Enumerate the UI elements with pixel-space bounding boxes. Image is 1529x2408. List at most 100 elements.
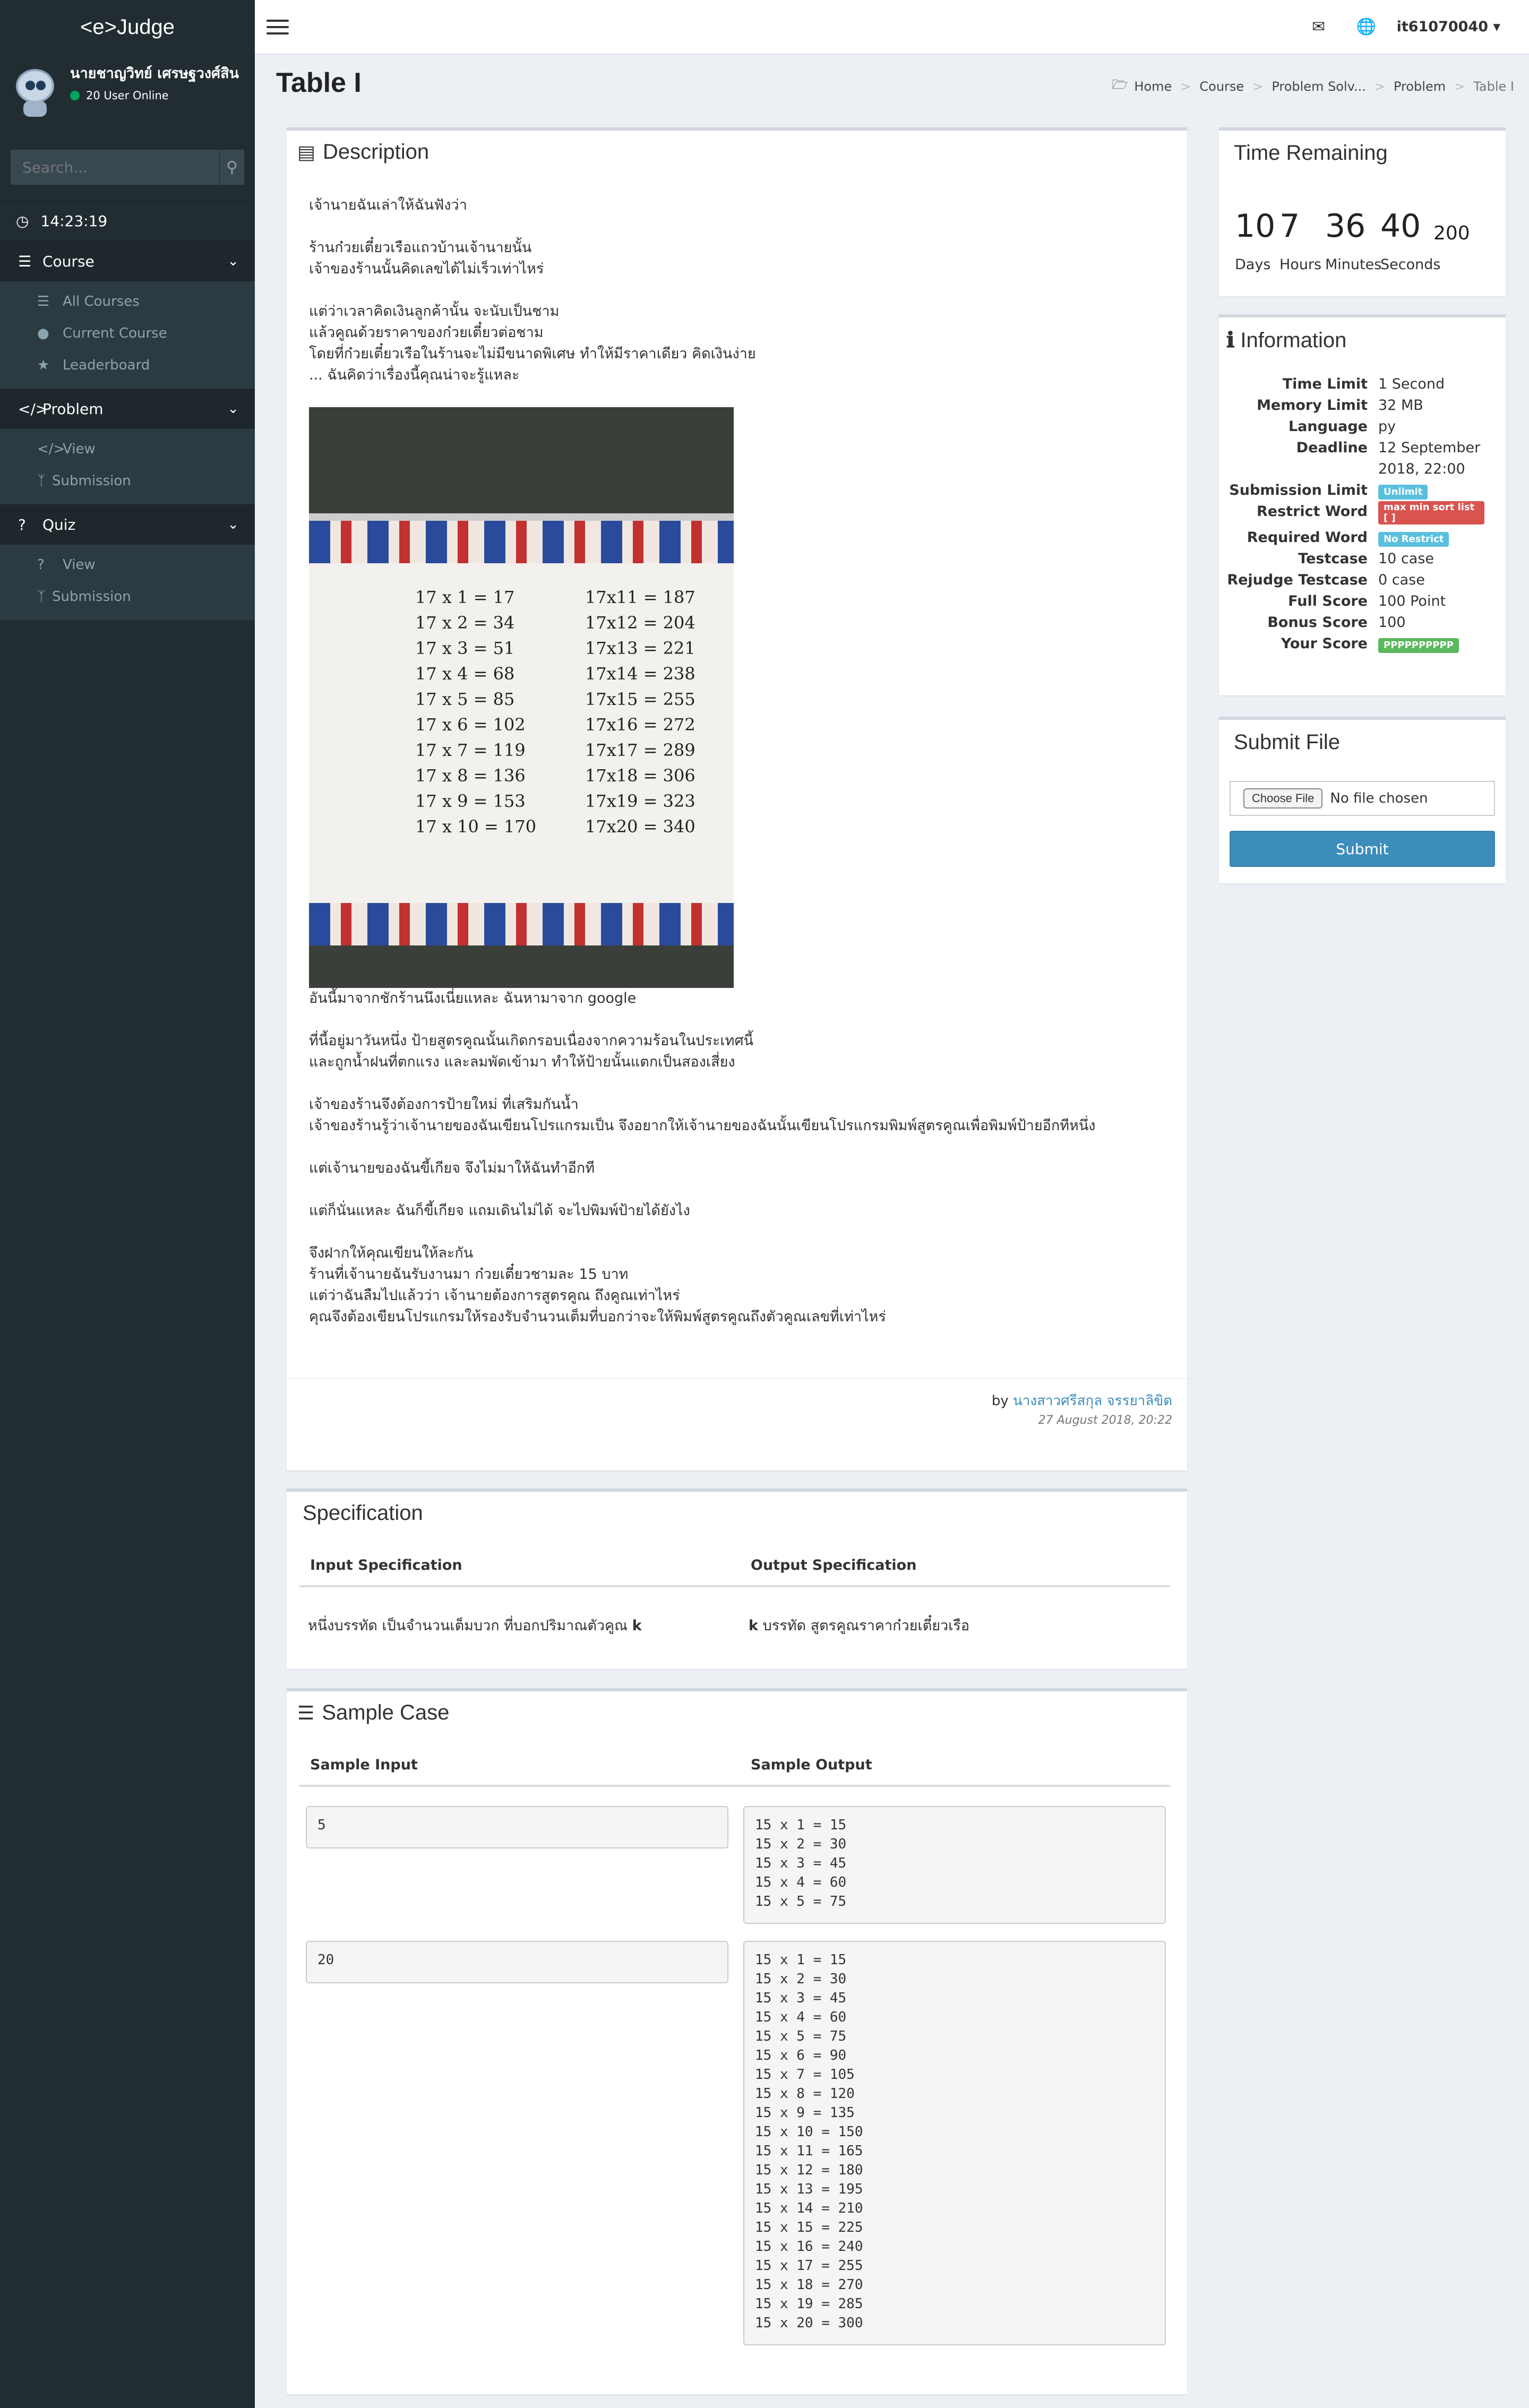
- menu-quiz[interactable]: ? Quiz ⌄: [0, 504, 255, 545]
- input-spec-text: หนึ่งบรรทัด เป็นจำนวนเต็มบวก ที่บอกปริมา…: [308, 1618, 628, 1634]
- info-value: 12 September 2018, 22:00: [1378, 440, 1481, 477]
- main-content: Table I 🗁 Home > Course > Problem Solv... >…: [255, 54, 1529, 2408]
- breadcrumb-home[interactable]: Home: [1134, 79, 1172, 94]
- sample-case-box: ☰ Sample Case Sample Input Sample Output…: [287, 1688, 1187, 2394]
- breadcrumb-course[interactable]: Course: [1199, 79, 1244, 94]
- envelope-icon[interactable]: ✉: [1295, 18, 1343, 36]
- sample-case-2: 20 15 x 1 = 15 15 x 2 = 30 15 x 3 = 45 1…: [306, 1941, 1166, 2345]
- search-button[interactable]: ⚲: [219, 150, 244, 185]
- countdown-days-value: 10: [1235, 208, 1276, 245]
- clock-time: 14:23:19: [40, 212, 108, 230]
- countdown-seconds: 40 Seconds: [1380, 208, 1440, 273]
- banner-row: 17 x 4 = 68: [415, 664, 515, 684]
- sample-input-1[interactable]: 5: [306, 1806, 728, 1848]
- file-input[interactable]: Choose File No file chosen: [1230, 781, 1495, 816]
- paragraph: เจ้านายฉันเล่าให้ฉันฟังว่า: [309, 197, 467, 213]
- avatar: [15, 66, 54, 117]
- banner-row: 17 x 5 = 85: [415, 689, 515, 709]
- top-navbar: ✉ 🌐 it61070040 ▾: [255, 0, 1529, 54]
- menu-course[interactable]: ☰ Course ⌄: [0, 241, 255, 281]
- search-input[interactable]: [11, 150, 219, 185]
- user-menu[interactable]: it61070040 ▾: [1397, 19, 1500, 35]
- input-spec-cell: หนึ่งบรรทัด เป็นจำนวนเต็มบวก ที่บอกปริมา…: [299, 1586, 740, 1653]
- info-row: Submission Limit Unlimit: [1219, 480, 1497, 501]
- author-link[interactable]: นางสาวศรีสกุล จรรยาลิขิต: [1013, 1393, 1172, 1409]
- banner-row: 17 x 1 = 17: [415, 587, 515, 607]
- sample-output-2[interactable]: 15 x 1 = 15 15 x 2 = 30 15 x 3 = 45 15 x…: [743, 1941, 1166, 2345]
- author-line: by นางสาวศรีสกุล จรรยาลิขิต: [287, 1390, 1187, 1412]
- sidebar-item-quiz-view[interactable]: ? View: [0, 549, 255, 581]
- description-title: ▤ Description: [287, 131, 1187, 174]
- banner-row: 17 x 9 = 153: [415, 791, 526, 811]
- sidebar-clock: ◷ 14:23:19: [0, 201, 255, 241]
- info-value: max min sort list [ ]: [1378, 501, 1497, 527]
- sidebar-item-current-course[interactable]: ● Current Course: [0, 317, 255, 349]
- online-count: 20 User Online: [86, 89, 169, 102]
- sidebar: <e>Judge นายชาญวิทย์ เศรษฐวงศ์สิน 20 Use…: [0, 0, 255, 2408]
- countdown-ms-value: 200: [1433, 222, 1470, 244]
- description-box: ▤ Description เจ้านายฉันเล่าให้ฉันฟังว่า…: [287, 127, 1187, 1470]
- info-row: Memory Limit 32 MB: [1219, 395, 1497, 416]
- submit-button[interactable]: Submit: [1230, 831, 1495, 867]
- sidebar-toggle-icon[interactable]: [267, 15, 289, 39]
- breadcrumb-problem[interactable]: Problem: [1394, 79, 1446, 94]
- globe-icon[interactable]: 🌐: [1343, 18, 1390, 36]
- sidebar-item-label: Current Course: [63, 325, 167, 341]
- info-row: Your Score PPPPPPPPPP: [1219, 633, 1497, 655]
- submit-file-title: Submit File: [1234, 730, 1341, 754]
- sidebar-item-label: Submission: [52, 473, 131, 489]
- banner-right-column: 17x11 = 187 17x12 = 204 17x13 = 221 17x1…: [585, 584, 695, 839]
- sidebar-item-all-courses[interactable]: ☰ All Courses: [0, 286, 255, 317]
- search-icon: ⚲: [226, 158, 238, 177]
- info-value: Unlimit: [1378, 480, 1497, 501]
- sample-input-2[interactable]: 20: [306, 1941, 728, 1983]
- breadcrumb: 🗁 Home > Course > Problem Solv... > Problem…: [1112, 75, 1514, 97]
- navbar-right: ✉ 🌐 it61070040 ▾: [1295, 18, 1500, 36]
- sample-output-1[interactable]: 15 x 1 = 15 15 x 2 = 30 15 x 3 = 45 15 x…: [743, 1806, 1166, 1924]
- sidebar-item-label: View: [63, 557, 96, 573]
- breadcrumb-problem-solving[interactable]: Problem Solv...: [1272, 79, 1366, 94]
- info-key: Submission Limit: [1229, 482, 1368, 498]
- status-badge: No Restrict: [1378, 532, 1449, 547]
- info-row: Language py: [1219, 416, 1497, 437]
- information-title: ℹ Information: [1219, 317, 1506, 363]
- banner-row: 17x11 = 187: [585, 587, 695, 607]
- banner-row: 17 x 2 = 34: [415, 613, 515, 633]
- menu-problem-label: Problem: [42, 400, 104, 418]
- chevron-down-icon: ⌄: [227, 517, 239, 532]
- information-list: Time Limit 1 Second Memory Limit 32 MB Lan…: [1219, 363, 1506, 655]
- caret-down-icon: ▾: [1493, 19, 1500, 35]
- sidebar-item-problem-view[interactable]: </> View: [0, 433, 255, 465]
- sidebar-item-quiz-submission[interactable]: ᛉ Submission: [0, 581, 255, 613]
- specification-title-text: Specification: [303, 1501, 423, 1525]
- banner-row: 17x14 = 238: [585, 664, 695, 684]
- banner-row: 17x13 = 221: [585, 638, 695, 658]
- menu-quiz-label: Quiz: [42, 515, 76, 534]
- image-caption: อันนี้มาจากชักร้านนึงเนี่ยแหละ ฉันหามาจา…: [309, 990, 637, 1007]
- info-key: Full Score: [1288, 593, 1368, 609]
- output-spec-header: Output Specification: [740, 1545, 1170, 1587]
- menu-problem[interactable]: </> Problem ⌄: [0, 389, 255, 429]
- status-badge: Unlimit: [1378, 485, 1428, 500]
- output-spec-var: k: [749, 1618, 758, 1634]
- info-value: 1 Second: [1378, 376, 1445, 392]
- choose-file-button[interactable]: Choose File: [1243, 788, 1323, 809]
- user-panel: นายชาญวิทย์ เศรษฐวงศ์สิน 20 User Online: [0, 54, 255, 134]
- info-row: Rejudge Testcase 0 case: [1219, 570, 1497, 591]
- user-name: นายชาญวิทย์ เศรษฐวงศ์สิน: [70, 65, 239, 82]
- folder-icon: 🗁: [1112, 77, 1128, 92]
- banner-row: 17 x 6 = 102: [415, 715, 526, 735]
- info-row: Restrict Word max min sort list [ ]: [1219, 501, 1497, 527]
- sample-case-title-text: Sample Case: [322, 1701, 450, 1724]
- info-row: Time Limit 1 Second: [1219, 374, 1497, 395]
- sidebar-item-problem-submission[interactable]: ᛉ Submission: [0, 465, 255, 497]
- info-key: Required Word: [1247, 529, 1368, 546]
- info-row: Testcase 10 case: [1219, 548, 1497, 570]
- countdown-hours-label: Hours: [1279, 256, 1322, 273]
- info-key: Restrict Word: [1257, 503, 1368, 520]
- info-row: Full Score 100 Point: [1219, 591, 1497, 612]
- sidebar-item-leaderboard[interactable]: ★ Leaderboard: [0, 349, 255, 381]
- status-badge: max min sort list [ ]: [1378, 501, 1484, 524]
- info-value: 100: [1378, 614, 1406, 631]
- app-logo[interactable]: <e>Judge: [0, 0, 255, 54]
